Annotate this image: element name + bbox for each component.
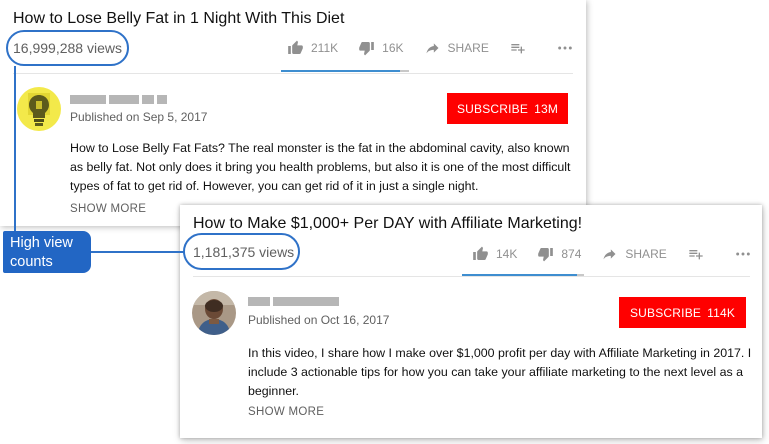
description-line: How to Lose Belly Fat Fats? The real mon… bbox=[70, 141, 570, 155]
channel-avatar[interactable] bbox=[192, 291, 236, 335]
video-description: In this video, I share how I make over $… bbox=[248, 344, 753, 401]
playlist-add-icon bbox=[511, 44, 525, 54]
dislike-button[interactable]: 874 bbox=[537, 246, 581, 262]
sentiment-like-fill bbox=[281, 70, 401, 72]
divider bbox=[193, 276, 750, 277]
share-label: SHARE bbox=[447, 41, 489, 55]
like-button[interactable]: 14K bbox=[472, 246, 517, 262]
dislike-count: 874 bbox=[561, 247, 582, 261]
show-more-link[interactable]: SHOW MORE bbox=[70, 203, 146, 215]
divider bbox=[13, 73, 573, 74]
share-button[interactable]: SHARE bbox=[601, 246, 667, 262]
video-description: How to Lose Belly Fat Fats? The real mon… bbox=[70, 139, 575, 196]
dislike-button[interactable]: 16K bbox=[358, 40, 404, 56]
publish-date: Published on Oct 16, 2017 bbox=[248, 313, 390, 327]
like-count: 211K bbox=[311, 41, 339, 55]
more-horizontal-icon bbox=[558, 46, 572, 50]
sentiment-bar bbox=[281, 70, 409, 72]
share-button[interactable]: SHARE bbox=[424, 40, 489, 56]
person-photo-icon bbox=[192, 291, 236, 335]
subscriber-count: 13M bbox=[534, 101, 559, 116]
thumbs-down-icon bbox=[359, 42, 374, 56]
thumbs-down-icon bbox=[538, 248, 554, 262]
description-line: types of fat to get rid of. However, you… bbox=[70, 179, 479, 193]
channel-name-blurred[interactable] bbox=[248, 297, 339, 306]
description-line: include 3 actionable tips for how you ca… bbox=[248, 365, 743, 379]
playlist-add-icon bbox=[689, 250, 703, 260]
channel-avatar[interactable] bbox=[17, 87, 61, 131]
subscribe-button[interactable]: SUBSCRIBE 114K bbox=[619, 297, 746, 328]
description-line: as belly fat. Not only does it bring you… bbox=[70, 160, 571, 174]
view-count-highlight-1 bbox=[6, 30, 129, 66]
add-to-playlist-button[interactable] bbox=[687, 246, 712, 262]
thumbs-up-icon bbox=[473, 246, 488, 260]
subscriber-count: 114K bbox=[707, 305, 736, 320]
share-arrow-icon bbox=[426, 43, 438, 54]
action-bar: 211K 16K SHARE bbox=[287, 40, 581, 56]
description-line: beginner. bbox=[248, 384, 299, 398]
video-title[interactable]: How to Make $1,000+ Per DAY with Affilia… bbox=[193, 215, 582, 233]
subscribe-label: SUBSCRIBE bbox=[456, 101, 529, 116]
more-options-button[interactable] bbox=[556, 40, 581, 56]
more-options-button[interactable] bbox=[734, 246, 759, 262]
video-title[interactable]: How to Lose Belly Fat in 1 Night With Th… bbox=[13, 10, 344, 28]
subscribe-label: SUBSCRIBE bbox=[629, 305, 702, 320]
leader-line-horizontal bbox=[90, 251, 184, 253]
lightbulb-icon bbox=[17, 87, 61, 131]
dislike-count: 16K bbox=[382, 41, 404, 55]
share-arrow-icon bbox=[603, 249, 616, 260]
like-button[interactable]: 211K bbox=[287, 40, 338, 56]
description-line: In this video, I share how I make over $… bbox=[248, 346, 752, 360]
view-count-highlight-2 bbox=[183, 233, 300, 270]
action-bar: 14K 874 SHARE bbox=[472, 246, 759, 262]
thumbs-up-icon bbox=[288, 40, 303, 54]
publish-date: Published on Sep 5, 2017 bbox=[70, 110, 208, 124]
show-more-link[interactable]: SHOW MORE bbox=[248, 406, 324, 418]
callout-line-2: counts bbox=[10, 254, 53, 270]
share-label: SHARE bbox=[625, 247, 667, 261]
leader-line-vertical bbox=[14, 66, 16, 232]
high-view-counts-callout: High view counts bbox=[3, 231, 91, 273]
subscribe-button[interactable]: SUBSCRIBE 13M bbox=[447, 93, 568, 124]
like-count: 14K bbox=[496, 247, 518, 261]
add-to-playlist-button[interactable] bbox=[509, 40, 534, 56]
page: How to Lose Belly Fat in 1 Night With Th… bbox=[0, 0, 769, 444]
channel-name-blurred[interactable] bbox=[70, 95, 167, 104]
more-horizontal-icon bbox=[735, 252, 750, 256]
callout-line-1: High view bbox=[10, 235, 73, 251]
